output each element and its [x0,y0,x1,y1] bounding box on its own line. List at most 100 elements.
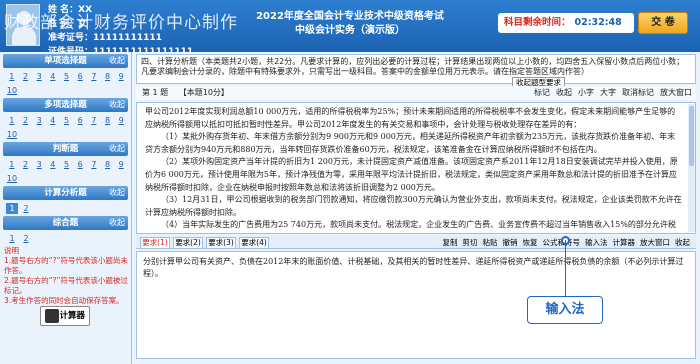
question-tool-button[interactable]: 大字 [600,88,616,97]
question-link[interactable]: 1 [6,71,18,82]
section-header: 判断题 收起 [3,142,128,156]
question-link[interactable]: 5 [61,71,73,82]
question-tool-button[interactable]: 放大窗口 [660,88,692,97]
answer-tool-button[interactable]: 复制 [443,238,458,247]
question-number: 第 1 题 [142,88,169,97]
answer-tool-button[interactable]: 剪切 [463,238,478,247]
section-header: 综合题 收起 [3,216,128,230]
callout-line [565,240,566,296]
answer-tab[interactable]: 要求(4) [239,237,269,249]
question-link[interactable]: 6 [74,115,86,126]
section-header: 多项选择题 收起 [3,98,128,112]
question-number-row: 123456789 [6,115,127,126]
section-header: 单项选择题 收起 [3,54,128,68]
question-link[interactable]: 2 [20,233,32,244]
note-line: 1.题号右方的“?”符号代表该小题尚未作答。 [4,256,128,275]
question-link[interactable]: 8 [102,159,114,170]
question-number-row: 10 [6,173,127,184]
question-link[interactable]: 2 [20,115,32,126]
submit-exam-button[interactable]: 交 卷 [638,12,688,34]
candidate-ticket: 准考证号：11111111111 [48,33,162,43]
question-link[interactable]: 8 [102,115,114,126]
section-collapse-button[interactable]: 收起 [109,54,125,68]
question-tool-button[interactable]: 标记 [534,88,550,97]
question-link[interactable]: 3 [33,71,45,82]
question-tool-button[interactable]: 取消标记 [622,88,654,97]
question-link[interactable]: 1 [6,203,18,214]
instructions-notes: 说明 1.题号右方的“?”符号代表该小题尚未作答。 2.题号右方的“?”符号代表该小… [4,246,132,306]
question-link[interactable]: 9 [115,71,127,82]
answer-tool-button[interactable]: 撤销 [503,238,518,247]
answer-requirement: 分别计算甲公司有关资产、负债在2012年末的账面价值、计税基础，及其相关的暂时性… [143,257,684,278]
question-link[interactable]: 6 [74,159,86,170]
section-collapse-button[interactable]: 收起 [109,142,125,156]
answer-tool-button[interactable]: 计算器 [613,238,636,247]
section-collapse-button[interactable]: 收起 [109,216,125,230]
question-toolbar: 第 1 题 【本题10分】 标记 收起 小字 大字 取消标记 放大窗口 [136,86,696,100]
question-link[interactable]: 3 [33,115,45,126]
question-link[interactable]: 1 [6,159,18,170]
question-link[interactable]: 2 [20,203,32,214]
question-link[interactable]: 1 [6,115,18,126]
question-number-row: 12 [6,203,127,214]
note-line: 3.考生作答的同时会自动保存答案。 [4,296,124,305]
question-link[interactable]: 4 [47,71,59,82]
question-link[interactable]: 9 [115,159,127,170]
question-link[interactable]: 7 [88,115,100,126]
question-number-row: 10 [6,129,127,140]
answer-tool-button[interactable]: 收起 [675,238,690,247]
answer-tool-button[interactable]: 输入法 [585,238,608,247]
question-link[interactable]: 2 [20,159,32,170]
answer-tool-button[interactable]: 放大窗口 [640,238,670,247]
question-link[interactable]: 5 [61,159,73,170]
answer-tab[interactable]: 要求(3) [206,237,236,249]
question-stem: 甲公司2012年度实现利润总额10 000万元，适用的所得税税率为25%；预计未… [136,102,696,234]
question-number-row: 123456789 [6,159,127,170]
answer-tab[interactable]: 要求(2) [173,237,203,249]
question-link[interactable]: 2 [20,71,32,82]
question-paragraph: （4）当年实际发生的广告费用为25 740万元，款项尚未支付。税法规定，企业发生… [145,220,676,233]
question-paragraph: （1）某批外购存货年初、年末借方余额分别为9 900万元和9 000万元，相关递… [145,132,676,154]
answer-area[interactable]: 分别计算甲公司有关资产、负债在2012年末的账面价值、计税基础，及其相关的暂时性… [136,251,696,359]
question-score: 【本题10分】 [178,88,229,97]
answer-tool-button[interactable]: 粘贴 [483,238,498,247]
question-type-requirements: 四、计算分析题（本类题共2小题，共22分。凡要求计算的，应列出必要的计算过程；计… [136,54,696,84]
question-link[interactable]: 4 [47,159,59,170]
question-tool-button[interactable]: 收起 [556,88,572,97]
note-line: 2.题号右方的“?”符号代表该小题被过标记。 [4,276,128,295]
answer-tool-button[interactable]: 恢复 [523,238,538,247]
question-tool-button[interactable]: 小字 [578,88,594,97]
section-collapse-button[interactable]: 收起 [109,186,125,200]
watermark-text: 财政部会计财务评价中心制作 [4,13,238,33]
exam-title: 2022年度全国会计专业技术中级资格考试 中级会计实务（演示版） [256,11,444,36]
calculator-icon [45,309,59,323]
question-link[interactable]: 10 [6,173,18,184]
question-link[interactable]: 10 [6,129,18,140]
question-link[interactable]: 10 [6,85,18,96]
question-link[interactable]: 9 [115,115,127,126]
question-number-row: 10 [6,85,127,96]
answer-toolbar: 复制剪切粘贴撤销恢复公式和符号输入法计算器放大窗口收起 要求(1)要求(2)要求… [136,236,696,249]
section-collapse-button[interactable]: 收起 [109,98,125,112]
section-header: 计算分析题 收起 [3,186,128,200]
question-link[interactable]: 6 [74,71,86,82]
question-link[interactable]: 1 [6,233,18,244]
exam-header: 姓 名：XX 性 别：女 准考证号：11111111111 证件号码：11111… [0,0,700,57]
question-link[interactable]: 4 [47,115,59,126]
question-paragraph: 甲公司2012年度实现利润总额10 000万元，适用的所得税税率为25%；预计未… [145,107,676,129]
answer-tab[interactable]: 要求(1) [140,237,170,249]
question-number-row: 12 [6,233,127,244]
question-link[interactable]: 5 [61,115,73,126]
question-number-row: 123456789 [6,71,127,82]
input-method-callout: 输入法 [527,296,603,324]
remaining-time: 科目剩余时间： 02:32:48 [498,13,634,33]
note-line: 说明 [4,246,19,255]
question-link[interactable]: 7 [88,159,100,170]
question-link[interactable]: 3 [33,159,45,170]
question-paragraph: （2）某项外购固定资产当年计提的折旧为1 200万元，未计提固定资产减值准备。该… [145,157,678,192]
question-paragraph: （3）12月31日，甲公司根据收到的税务部门罚款通知，将应缴罚款300万元确认为… [145,195,682,217]
question-scrollbar[interactable] [688,104,695,232]
question-link[interactable]: 8 [102,71,114,82]
calculator-button[interactable]: 计算器 [40,306,90,326]
question-link[interactable]: 7 [88,71,100,82]
